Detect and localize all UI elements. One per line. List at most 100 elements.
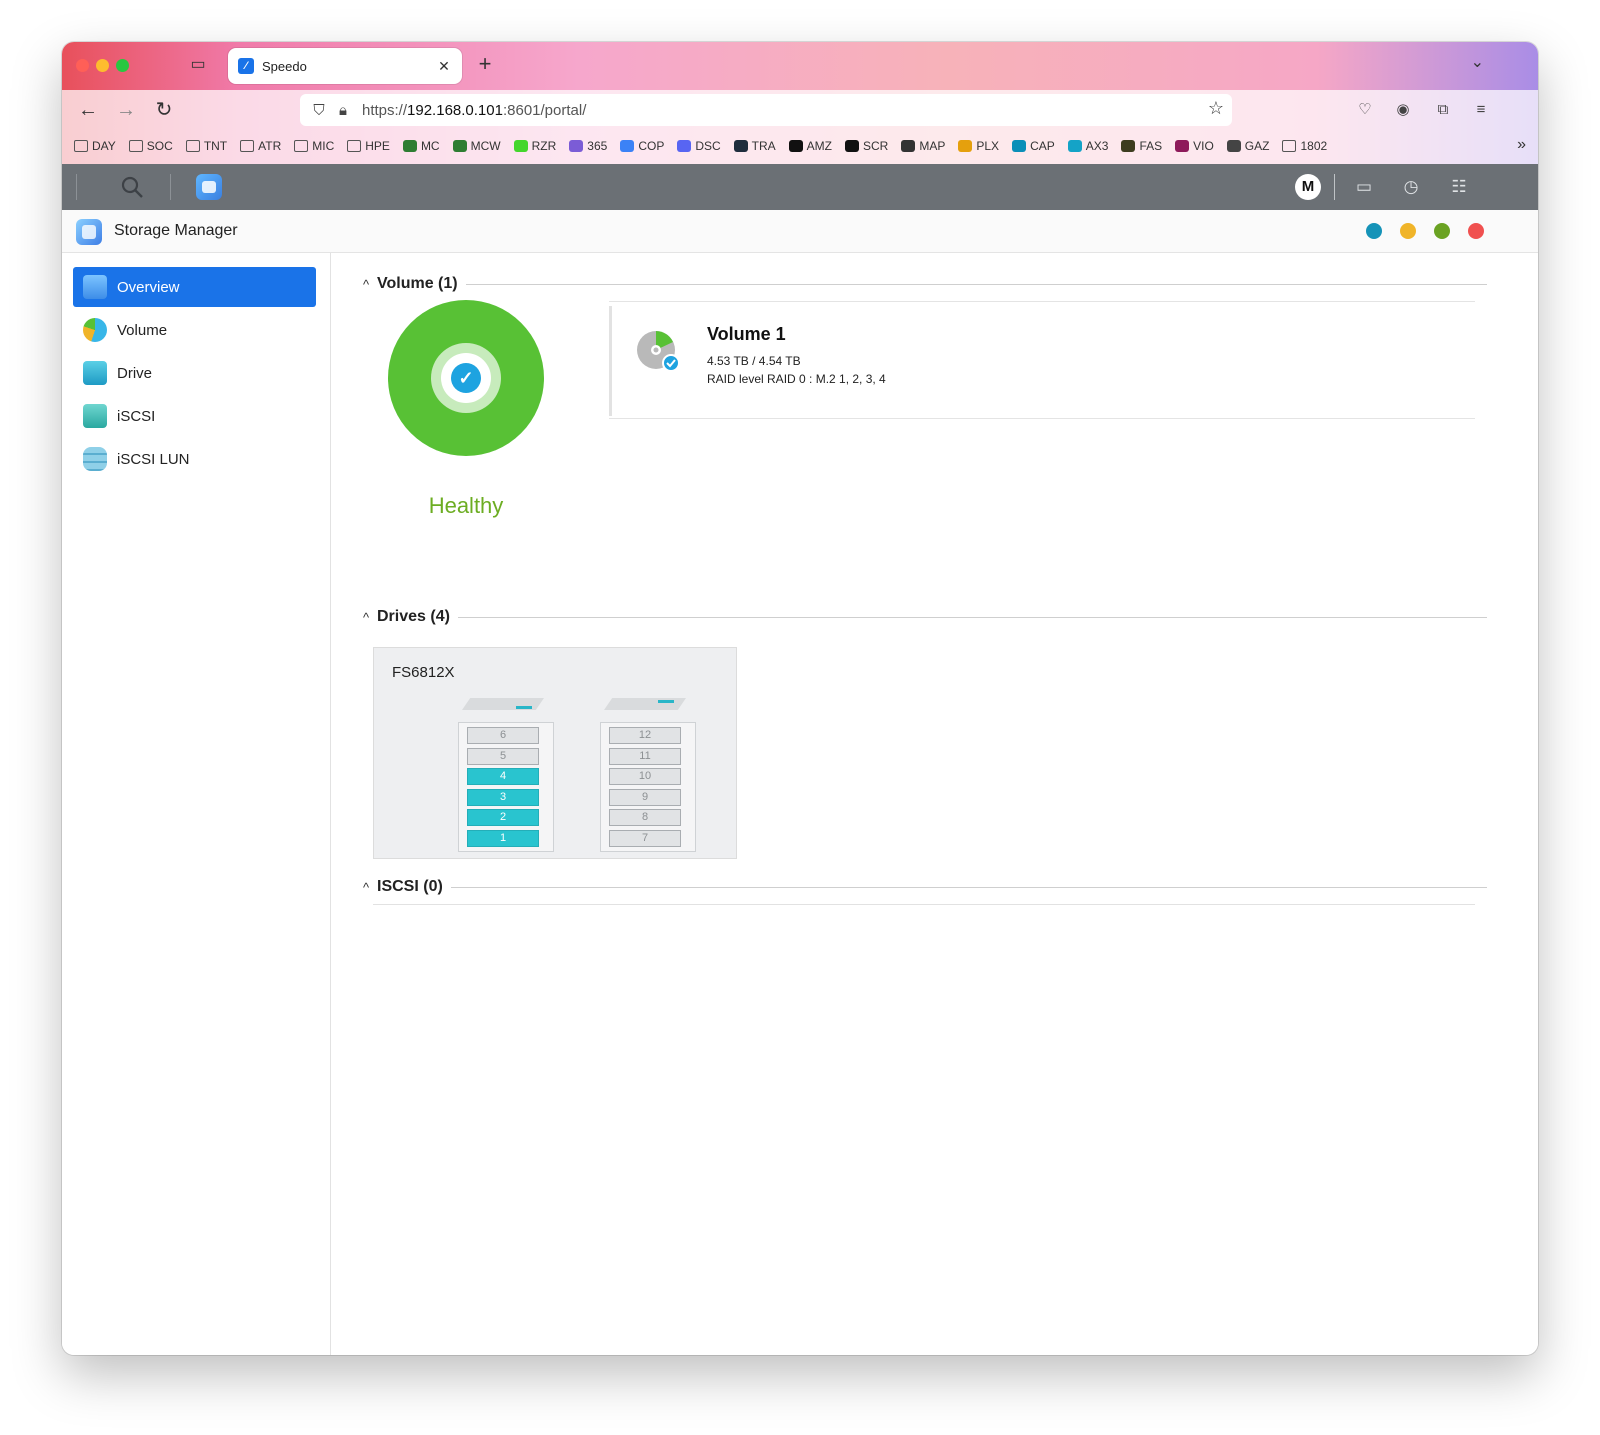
status-light	[658, 700, 674, 703]
back-button[interactable]: ←	[74, 96, 102, 124]
sidebar-item-iscsi[interactable]: iSCSI	[73, 396, 316, 436]
drive-bay-6[interactable]: 6	[467, 727, 539, 744]
bookmark-cap[interactable]: CAP	[1012, 139, 1055, 153]
sidebar-item-iscsi-lun[interactable]: iSCSI LUN	[73, 439, 316, 479]
extensions-icon[interactable]: ⧉	[1430, 98, 1456, 122]
bookmark-label: AMZ	[806, 139, 833, 153]
bookmark-label: RZR	[531, 139, 557, 153]
divider	[373, 904, 1475, 905]
drive-bay-1[interactable]: 1	[467, 829, 539, 847]
volume-disk-icon	[637, 331, 680, 372]
shield-icon[interactable]: ⛉	[308, 102, 330, 119]
bookmark-star-icon[interactable]: ☆	[1208, 98, 1224, 119]
bookmark-ax3[interactable]: AX3	[1067, 139, 1108, 153]
drive-bay-9[interactable]: 9	[609, 788, 681, 806]
sidebar-item-label: iSCSI LUN	[117, 450, 190, 468]
bookmark-day[interactable]: DAY	[74, 139, 116, 153]
bookmark-fas[interactable]: FAS	[1121, 139, 1162, 153]
zoom-window-button[interactable]	[116, 59, 129, 72]
iscsi-section-header[interactable]: ^ ISCSI (0)	[363, 878, 1487, 896]
tab-title: Speedo	[262, 58, 307, 74]
menu-icon[interactable]: ≡	[1468, 98, 1494, 122]
main-content: ^ Volume (1) ✓ Healthy Volume 1 4.53 TB …	[331, 253, 1538, 1355]
bookmark-vio[interactable]: VIO	[1175, 139, 1214, 153]
section-title: Volume (1)	[377, 275, 458, 292]
new-tab-button[interactable]: +	[472, 52, 498, 78]
drive-bay-8[interactable]: 8	[609, 809, 681, 826]
browser-tab[interactable]: ⁄ Speedo ✕	[228, 48, 462, 84]
search-icon[interactable]	[120, 175, 144, 199]
bookmark-atr[interactable]: ATR	[240, 139, 281, 153]
drive-bay-7[interactable]: 7	[609, 829, 681, 847]
bookmark-hpe[interactable]: HPE	[347, 139, 390, 153]
bookmark-dsc[interactable]: DSC	[677, 139, 721, 153]
collapse-caret-icon[interactable]: ^	[363, 277, 377, 292]
divider	[457, 616, 1487, 618]
app-toolbar: M ▭ ◷ ☷	[62, 164, 1538, 210]
settings-sliders-icon[interactable]: ☷	[1447, 175, 1471, 199]
drive-bay-3[interactable]: 3	[467, 788, 539, 806]
drive-bay-12[interactable]: 12	[609, 727, 681, 744]
sidebar-item-label: Volume	[117, 321, 168, 339]
reload-button[interactable]: ↻	[150, 96, 178, 124]
checkmark-icon: ✓	[451, 363, 481, 393]
bookmark-amz[interactable]: AMZ	[788, 139, 833, 153]
iscsi-icon	[83, 404, 107, 428]
collapse-caret-icon[interactable]: ^	[363, 610, 377, 625]
storage-manager-icon	[76, 219, 102, 245]
pocket-icon[interactable]: ♡	[1352, 98, 1378, 122]
bookmark-mc[interactable]: MC	[402, 139, 440, 153]
bookmark-tra[interactable]: TRA	[733, 139, 776, 153]
drive-bay-4[interactable]: 4	[467, 768, 539, 785]
close-window-button[interactable]	[76, 59, 89, 72]
help-button[interactable]	[1366, 223, 1382, 239]
more-bookmarks-icon[interactable]: »	[1517, 136, 1526, 154]
bookmark-soc[interactable]: SOC	[128, 139, 173, 153]
drives-section-header[interactable]: ^ Drives (4)	[363, 608, 1487, 626]
card-accent-bar	[609, 306, 612, 416]
clock-icon[interactable]: ◷	[1399, 175, 1423, 199]
close-tab-icon[interactable]: ✕	[434, 58, 454, 75]
address-bar[interactable]: ⛉ 🔒︎ https://192.168.0.101:8601/portal/ …	[300, 94, 1232, 126]
bookmark-mcw[interactable]: MCW	[452, 139, 501, 153]
maximize-button[interactable]	[1434, 223, 1450, 239]
bookmark-plx[interactable]: PLX	[958, 139, 999, 153]
sidebar-item-volume[interactable]: Volume	[73, 310, 316, 350]
bookmark-tnt[interactable]: TNT	[185, 139, 227, 153]
lock-icon[interactable]: 🔒︎	[332, 102, 354, 119]
bookmark-label: MCW	[470, 139, 501, 153]
volume-card[interactable]: Volume 1 4.53 TB / 4.54 TB RAID level RA…	[609, 301, 1475, 419]
forward-button[interactable]: →	[112, 96, 140, 124]
ax3-icon	[1067, 140, 1082, 152]
bookmark-scr[interactable]: SCR	[845, 139, 888, 153]
drive-bay-5[interactable]: 5	[467, 747, 539, 765]
bookmark-gaz[interactable]: GAZ	[1226, 139, 1269, 153]
close-button[interactable]	[1468, 223, 1484, 239]
bookmark-rzr[interactable]: RZR	[513, 139, 557, 153]
volume-section-header[interactable]: ^ Volume (1)	[363, 275, 1487, 293]
sidebar-item-drive[interactable]: Drive	[73, 353, 316, 393]
drive-enclosure-panel[interactable]: FS6812X 6 5 4 3 2 1 12 11 10 9 8 7	[373, 647, 737, 859]
user-avatar[interactable]: M	[1295, 174, 1321, 200]
bookmark-cop[interactable]: COP	[620, 139, 664, 153]
minimize-button[interactable]	[1400, 223, 1416, 239]
mc-icon	[402, 140, 417, 152]
drive-bay-11[interactable]: 11	[609, 747, 681, 765]
bookmark-365[interactable]: 365	[569, 139, 607, 153]
tab-overview-icon[interactable]: ▭	[187, 54, 209, 76]
sidebar-item-overview[interactable]: Overview	[73, 267, 316, 307]
overview-icon	[83, 275, 107, 299]
extension-avatar-icon[interactable]: ◉	[1390, 98, 1416, 122]
drive-bay-2[interactable]: 2	[467, 809, 539, 826]
bookmark-map[interactable]: MAP	[901, 139, 945, 153]
minimize-window-button[interactable]	[96, 59, 109, 72]
bookmark-label: DAY	[92, 139, 116, 153]
drive-bay-10[interactable]: 10	[609, 768, 681, 785]
chat-icon[interactable]: ▭	[1352, 175, 1376, 199]
bookmark-mic[interactable]: MIC	[294, 139, 334, 153]
list-all-tabs-icon[interactable]: ⌄	[1471, 52, 1484, 72]
collapse-caret-icon[interactable]: ^	[363, 880, 377, 895]
bookmark-label: SOC	[146, 139, 173, 153]
storage-manager-launcher-icon[interactable]	[196, 174, 222, 200]
bookmark-1802[interactable]: 1802	[1282, 139, 1327, 153]
